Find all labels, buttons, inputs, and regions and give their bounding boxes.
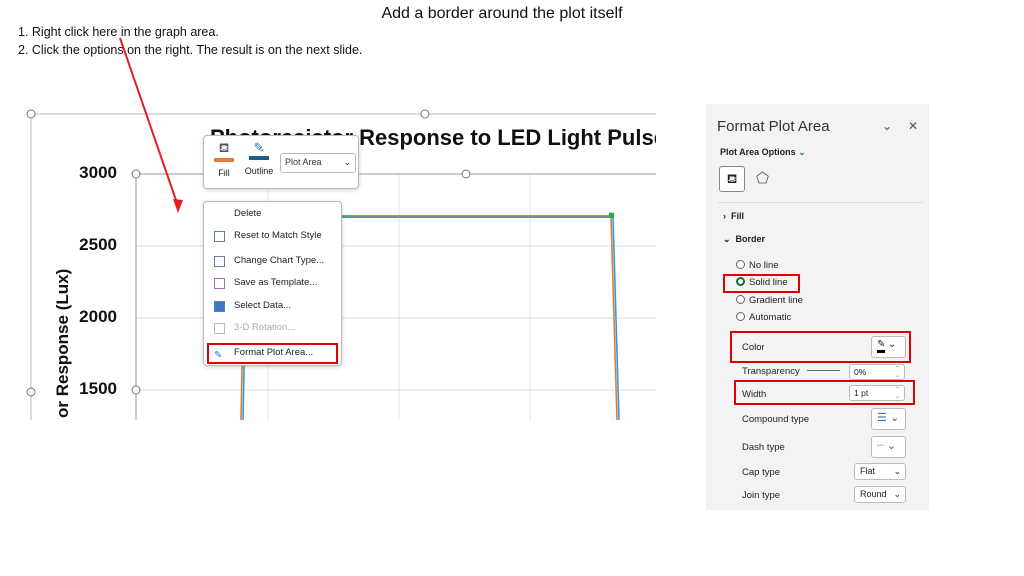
chart-element-value: Plot Area bbox=[285, 157, 322, 167]
rotation-icon bbox=[214, 323, 225, 334]
highlight-box bbox=[207, 343, 338, 364]
highlight-box bbox=[734, 380, 915, 405]
fill-line-tab-icon[interactable]: ⛾ bbox=[719, 166, 745, 192]
effects-tab-icon[interactable]: ⬠ bbox=[756, 169, 769, 187]
fill-label: Fill bbox=[218, 168, 230, 178]
menu-item-reset-style[interactable]: Reset to Match Style bbox=[204, 226, 341, 246]
no-line-radio[interactable] bbox=[736, 260, 745, 269]
chevron-down-icon: ⌄ bbox=[893, 466, 901, 476]
compound-lines-icon: ☰ bbox=[877, 412, 887, 424]
pen-icon: ✎ bbox=[253, 140, 265, 155]
menu-item-delete[interactable]: Delete bbox=[204, 204, 341, 224]
reset-style-icon bbox=[214, 231, 225, 242]
menu-item-3d-rotation: 3-D Rotation... bbox=[204, 318, 341, 338]
menu-item-save-template[interactable]: Save as Template... bbox=[204, 273, 341, 293]
transparency-value: 0% bbox=[854, 367, 867, 377]
menu-item-select-data[interactable]: Select Data... bbox=[204, 296, 341, 316]
dash-lines-icon: ┄ bbox=[877, 440, 884, 452]
pane-options-chevron-icon[interactable]: ⌄ bbox=[882, 119, 892, 133]
transparency-label: Transparency bbox=[742, 366, 800, 377]
divider bbox=[718, 202, 923, 203]
border-section-toggle[interactable]: ⌄ Border bbox=[723, 234, 765, 245]
cap-type-value: Flat bbox=[860, 466, 876, 476]
automatic-label: Automatic bbox=[749, 312, 792, 323]
menu-label: Select Data... bbox=[234, 300, 292, 311]
join-type-dropdown[interactable]: Round ⌄ bbox=[854, 486, 906, 503]
fill-section-label: Fill bbox=[731, 211, 744, 221]
mini-toolbar: ⛾ Fill ✎ Outline Plot Area ⌄ bbox=[203, 135, 359, 189]
transparency-slider[interactable] bbox=[807, 370, 840, 371]
join-type-value: Round bbox=[860, 489, 887, 499]
automatic-radio[interactable] bbox=[736, 312, 745, 321]
outline-label: Outline bbox=[244, 166, 274, 176]
compound-type-label: Compound type bbox=[742, 414, 810, 425]
menu-label: Save as Template... bbox=[234, 277, 318, 288]
join-type-label: Join type bbox=[742, 490, 781, 501]
chart-element-select[interactable]: Plot Area ⌄ bbox=[280, 153, 356, 173]
outline-button[interactable]: ✎ Outline bbox=[242, 140, 276, 176]
select-data-icon bbox=[214, 301, 225, 312]
format-plot-area-pane: Format Plot Area ⌄ ✕ Plot Area Options ⌄… bbox=[706, 104, 929, 510]
highlight-box bbox=[730, 331, 911, 363]
menu-label: Delete bbox=[234, 208, 262, 219]
fill-button[interactable]: ⛾ Fill bbox=[210, 140, 238, 178]
menu-label: Reset to Match Style bbox=[234, 230, 322, 241]
outline-color-bar bbox=[249, 156, 269, 160]
plot-area-options-dropdown[interactable]: Plot Area Options ⌄ bbox=[720, 147, 806, 158]
chart-type-icon bbox=[214, 256, 225, 267]
pane-title: Format Plot Area bbox=[717, 118, 830, 135]
menu-label: Change Chart Type... bbox=[234, 255, 325, 266]
cap-type-dropdown[interactable]: Flat ⌄ bbox=[854, 463, 906, 480]
fill-color-bar bbox=[214, 158, 234, 162]
no-line-label: No line bbox=[749, 260, 779, 271]
dash-type-dropdown[interactable]: ┄ ⌄ bbox=[871, 436, 906, 458]
chevron-down-icon: ⌄ bbox=[343, 157, 351, 167]
border-section-label: Border bbox=[735, 234, 766, 244]
cap-type-label: Cap type bbox=[742, 467, 781, 478]
context-menu: Delete Reset to Match Style Change Chart… bbox=[203, 201, 342, 366]
options-label: Plot Area Options bbox=[720, 147, 796, 157]
highlight-box bbox=[723, 274, 800, 293]
gradient-line-label: Gradient line bbox=[749, 295, 803, 306]
dash-type-label: Dash type bbox=[742, 442, 785, 453]
transparency-input[interactable]: 0% bbox=[849, 364, 905, 380]
close-icon[interactable]: ✕ bbox=[908, 119, 918, 133]
paint-bucket-icon: ⛾ bbox=[218, 140, 230, 155]
menu-label: 3-D Rotation... bbox=[234, 322, 296, 333]
template-icon bbox=[214, 278, 225, 289]
fill-section-toggle[interactable]: › Fill bbox=[723, 211, 744, 221]
gradient-line-radio[interactable] bbox=[736, 295, 745, 304]
menu-item-change-chart-type[interactable]: Change Chart Type... bbox=[204, 251, 341, 271]
chevron-down-icon: ⌄ bbox=[893, 489, 901, 499]
chevron-down-icon: ⌄ bbox=[798, 147, 806, 157]
compound-type-dropdown[interactable]: ☰ ⌄ bbox=[871, 408, 906, 430]
